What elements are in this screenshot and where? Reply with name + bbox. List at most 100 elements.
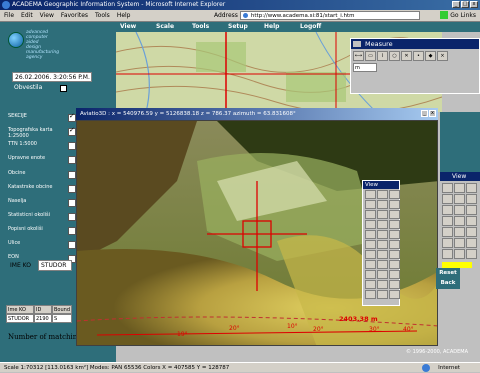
tab-setup[interactable]: Setup	[228, 22, 264, 32]
aviatio-minimize-button[interactable]: _	[421, 110, 428, 117]
zoom-out-icon[interactable]	[389, 190, 400, 199]
go-arrow-icon[interactable]	[440, 11, 449, 19]
layer-icon[interactable]	[365, 250, 376, 259]
col-header-id[interactable]: ID	[34, 305, 52, 314]
pan-icon[interactable]	[365, 240, 376, 249]
polyline-icon[interactable]: ⌇	[377, 51, 388, 61]
arrow-icon[interactable]	[442, 183, 453, 193]
layer-visible-checkbox[interactable]	[68, 171, 76, 179]
layer-icon[interactable]	[365, 290, 376, 299]
pan-icon[interactable]	[365, 200, 376, 209]
zoom-icon[interactable]	[454, 183, 465, 193]
delete-icon[interactable]: ×	[437, 51, 448, 61]
color-icon[interactable]	[377, 210, 388, 219]
select-icon[interactable]	[365, 270, 376, 279]
drop-icon[interactable]: ◆	[425, 51, 436, 61]
links-button[interactable]: Links	[461, 12, 476, 19]
refresh-icon[interactable]	[442, 216, 453, 226]
layers-icon[interactable]	[454, 249, 465, 259]
tab-help[interactable]: Help	[264, 22, 300, 32]
tab-view[interactable]: View	[120, 22, 156, 32]
point-icon[interactable]: •	[413, 51, 424, 61]
layer-visible-checkbox[interactable]	[68, 142, 76, 150]
rotate-icon[interactable]	[377, 200, 388, 209]
walk-icon[interactable]	[377, 220, 388, 229]
zoom-out-icon[interactable]	[389, 230, 400, 239]
camera-icon[interactable]	[389, 220, 400, 229]
select-icon[interactable]	[365, 230, 376, 239]
measure-icon[interactable]	[442, 238, 453, 248]
walk-icon[interactable]	[377, 260, 388, 269]
back-button[interactable]: Back	[436, 278, 460, 289]
layer-visible-checkbox[interactable]	[68, 113, 76, 122]
tab-tools[interactable]: Tools	[192, 22, 228, 32]
light-icon[interactable]	[389, 210, 400, 219]
address-input[interactable]: http://www.academa.si:81/start_i.htm	[239, 11, 420, 20]
measure-icon[interactable]	[442, 194, 453, 204]
unit-select[interactable]: m	[353, 63, 377, 72]
color-icon[interactable]	[377, 290, 388, 299]
tilt-icon[interactable]	[389, 200, 400, 209]
search-icon[interactable]	[442, 249, 453, 259]
zoom-in-icon[interactable]	[377, 230, 388, 239]
home-icon[interactable]	[466, 249, 477, 259]
tilt-icon[interactable]	[389, 240, 400, 249]
layer-visible-checkbox[interactable]	[68, 213, 76, 221]
info-icon[interactable]	[454, 194, 465, 204]
aviatio-close-button[interactable]: x	[429, 110, 436, 117]
clear-icon[interactable]: ✕	[401, 51, 412, 61]
print-icon[interactable]	[466, 194, 477, 204]
zoom-out-icon[interactable]	[389, 270, 400, 279]
pan-icon[interactable]	[466, 183, 477, 193]
layer-visible-checkbox[interactable]	[68, 199, 76, 207]
menu-view[interactable]: View	[40, 12, 54, 19]
layer-visible-checkbox[interactable]	[68, 227, 76, 235]
light-icon[interactable]	[389, 290, 400, 299]
imeko-input[interactable]: STUDOR	[38, 260, 72, 271]
tab-logoff[interactable]: Logoff	[300, 22, 336, 32]
menu-file[interactable]: File	[4, 12, 14, 19]
menu-edit[interactable]: Edit	[21, 12, 33, 19]
minimize-button[interactable]: _	[452, 1, 460, 8]
tilt-icon[interactable]	[389, 280, 400, 289]
layers-icon[interactable]	[454, 205, 465, 215]
layer-icon[interactable]	[365, 210, 376, 219]
circle-icon[interactable]: ○	[389, 51, 400, 61]
color-icon[interactable]	[377, 250, 388, 259]
camera-icon[interactable]	[389, 260, 400, 269]
light-icon[interactable]	[389, 250, 400, 259]
pan-icon[interactable]	[365, 280, 376, 289]
obvestila-checkbox[interactable]	[60, 85, 67, 92]
arrow-icon[interactable]	[442, 227, 453, 237]
menu-help[interactable]: Help	[117, 12, 131, 19]
erase-icon[interactable]	[466, 216, 477, 226]
select-icon[interactable]	[365, 190, 376, 199]
search-icon[interactable]	[442, 205, 453, 215]
col-header-bound[interactable]: Bound	[52, 305, 72, 314]
area-icon[interactable]: ▭	[365, 51, 376, 61]
fly-icon[interactable]	[365, 220, 376, 229]
col-header-ime[interactable]: Ime KO	[6, 305, 34, 314]
print-icon[interactable]	[466, 238, 477, 248]
draw-icon[interactable]	[454, 216, 465, 226]
close-button[interactable]: x	[470, 1, 478, 8]
home-icon[interactable]	[466, 205, 477, 215]
layer-visible-checkbox[interactable]	[68, 127, 76, 136]
menu-favorites[interactable]: Favorites	[61, 12, 88, 19]
go-button[interactable]: Go	[450, 12, 458, 19]
pan-icon[interactable]	[466, 227, 477, 237]
layer-visible-checkbox[interactable]	[68, 241, 76, 249]
zoom-in-icon[interactable]	[377, 270, 388, 279]
maximize-button[interactable]: □	[461, 1, 469, 8]
zoom-in-icon[interactable]	[377, 190, 388, 199]
tab-scale[interactable]: Scale	[156, 22, 192, 32]
layer-visible-checkbox[interactable]	[68, 185, 76, 193]
menu-tools[interactable]: Tools	[95, 12, 110, 19]
rotate-icon[interactable]	[377, 240, 388, 249]
table-row[interactable]: STUDOR 2190 S	[6, 314, 72, 323]
zoom-icon[interactable]	[454, 227, 465, 237]
layer-visible-checkbox[interactable]	[68, 156, 76, 164]
fly-icon[interactable]	[365, 260, 376, 269]
info-icon[interactable]	[454, 238, 465, 248]
ruler-icon[interactable]: ⟷	[353, 51, 364, 61]
